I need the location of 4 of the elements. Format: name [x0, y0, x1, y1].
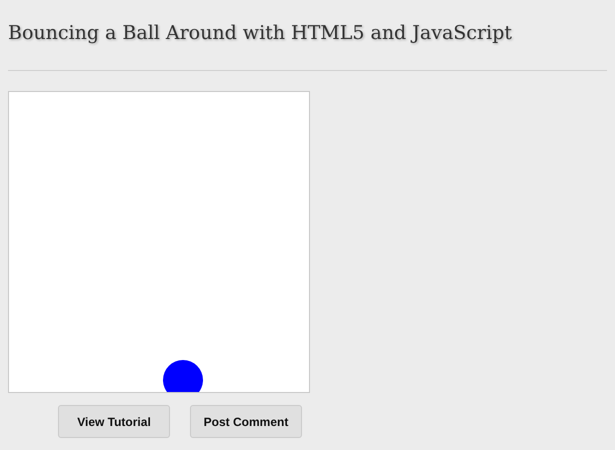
- page-title: Bouncing a Ball Around with HTML5 and JavaScript: [8, 21, 513, 46]
- ball: [163, 360, 203, 392]
- action-button[interactable]: View Tutorial: [58, 405, 170, 438]
- action-button[interactable]: Post Comment: [190, 405, 302, 438]
